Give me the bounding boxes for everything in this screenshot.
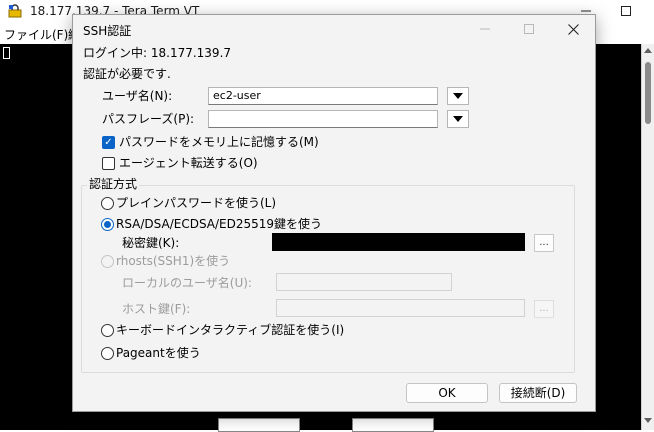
maximize-icon[interactable] xyxy=(606,0,646,22)
terminal-scrollbar[interactable] xyxy=(641,44,654,430)
tera-term-icon xyxy=(8,4,22,18)
auth-required-text: 認証が必要です. xyxy=(83,67,171,81)
radio-plain-password[interactable] xyxy=(101,197,114,210)
plain-password-label[interactable]: プレインパスワードを使う(L) xyxy=(116,196,276,210)
ok-button[interactable]: OK xyxy=(406,383,488,403)
private-key-browse-button[interactable]: ... xyxy=(534,234,554,252)
menu-file[interactable]: ファイル(F) xyxy=(4,26,68,43)
private-key-label: 秘密鍵(K): xyxy=(122,236,180,250)
radio-pageant[interactable] xyxy=(101,347,114,360)
host-key-input xyxy=(276,299,525,317)
agent-forward-label[interactable]: エージェント転送する(O) xyxy=(119,156,258,170)
passphrase-label: パスフレーズ(P): xyxy=(102,112,195,126)
pageant-label[interactable]: Pageantを使う xyxy=(116,346,201,360)
scroll-up-icon[interactable] xyxy=(644,48,652,53)
radio-rsa-key[interactable] xyxy=(101,218,114,231)
radio-rhosts xyxy=(101,255,114,268)
minimize-icon xyxy=(463,15,507,43)
remember-password-checkbox[interactable]: ✓ xyxy=(102,136,115,149)
scroll-thumb[interactable] xyxy=(645,62,651,124)
keyboard-interactive-label[interactable]: キーボードインタラクティブ認証を使う(I) xyxy=(116,323,344,337)
rhosts-label: rhosts(SSH1)を使う xyxy=(116,254,231,268)
host-key-label: ホスト鍵(F): xyxy=(122,302,191,316)
passphrase-input[interactable] xyxy=(208,110,438,128)
private-key-input[interactable] xyxy=(272,233,525,251)
rsa-key-label[interactable]: RSA/DSA/ECDSA/ED25519鍵を使う xyxy=(116,217,322,231)
scroll-down-icon[interactable] xyxy=(644,418,652,423)
checkmark-icon: ✓ xyxy=(104,136,113,148)
passphrase-dropdown[interactable] xyxy=(447,110,469,128)
login-status: ログイン中: 18.177.139.7 xyxy=(83,46,232,60)
ssh-auth-dialog: SSH認証 ログイン中: 18.177.139.7 認証が必要です. ユーザ名(… xyxy=(72,14,596,412)
username-input[interactable]: ec2-user xyxy=(208,87,438,105)
disconnect-button[interactable]: 接続断(D) xyxy=(499,383,577,403)
agent-forward-checkbox[interactable] xyxy=(102,157,115,170)
local-username-input xyxy=(276,273,452,291)
dialog-titlebar[interactable]: SSH認証 xyxy=(73,15,595,43)
terminal-cursor xyxy=(3,47,10,59)
username-dropdown[interactable] xyxy=(447,87,469,105)
local-username-label: ローカルのユーザ名(U): xyxy=(122,276,252,290)
close-icon[interactable] xyxy=(551,15,595,43)
chevron-down-icon xyxy=(453,116,463,122)
username-label: ユーザ名(N): xyxy=(102,89,173,103)
auth-method-group-label: 認証方式 xyxy=(87,177,140,191)
host-key-browse-button: ... xyxy=(534,300,554,318)
radio-keyboard-interactive[interactable] xyxy=(101,324,114,337)
remember-password-label[interactable]: パスワードをメモリ上に記憶する(M) xyxy=(119,135,319,149)
maximize-icon xyxy=(507,15,551,43)
chevron-down-icon xyxy=(453,93,463,99)
dialog-title: SSH認証 xyxy=(83,24,132,38)
